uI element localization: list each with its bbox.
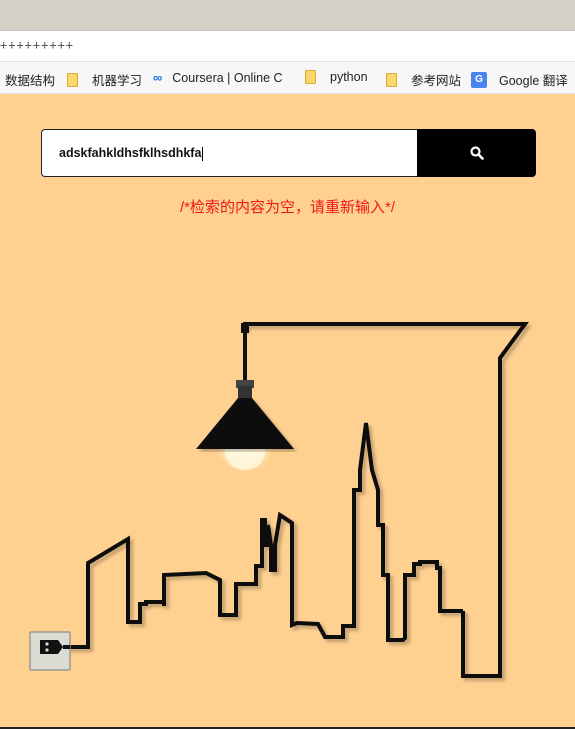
power-plug [29, 631, 71, 671]
hanging-lamp [196, 322, 529, 678]
illustration [29, 322, 529, 678]
